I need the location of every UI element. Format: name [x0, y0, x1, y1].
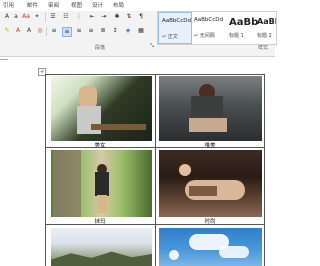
line-spacing-icon[interactable]: ↕	[111, 27, 119, 35]
clear-format-icon[interactable]: ✦	[33, 13, 41, 21]
distributed-icon[interactable]: ≣	[99, 27, 107, 35]
show-marks-icon[interactable]: ¶	[137, 13, 145, 21]
table-border	[45, 74, 46, 266]
paragraph-group-label: 段落	[95, 45, 106, 51]
font-size-up-icon[interactable]: A	[3, 13, 11, 21]
tab-review[interactable]: 审阅	[48, 1, 59, 9]
align-right-icon[interactable]: ≡	[75, 27, 83, 35]
highlight-icon[interactable]: ✎	[3, 27, 11, 35]
photo-girl-bench[interactable]	[51, 76, 152, 141]
ribbon-row-1: A a Aa ✦ ☰ ☷ ⋮ ⇤ ⇥ ✱ ⇅ ¶	[0, 13, 157, 24]
tab-view[interactable]: 视图	[71, 1, 82, 9]
style-name: ↵ 正文	[162, 34, 178, 40]
font-size-down-icon[interactable]: a	[12, 13, 20, 21]
enclose-char-icon[interactable]: ◎	[36, 27, 44, 35]
increase-indent-icon[interactable]: ⇥	[100, 13, 108, 21]
style-name: 标题 1	[229, 33, 244, 39]
tab-layout[interactable]: 布局	[113, 1, 124, 9]
style-no-spacing[interactable]: AaBbCcDd ↵ 无间隔	[191, 12, 225, 42]
page-corner-mark	[0, 59, 8, 60]
caption-beauty: 美女	[94, 143, 106, 149]
photo-blue-sky-flowers[interactable]	[159, 228, 262, 266]
table-border	[155, 74, 156, 266]
change-case-icon[interactable]: Aa	[22, 13, 30, 21]
decrease-indent-icon[interactable]: ⇤	[88, 13, 96, 21]
photo-mountain-landscape[interactable]	[51, 228, 152, 266]
shading-icon[interactable]: ◈	[124, 27, 132, 35]
style-heading-1[interactable]: AaBb 标题 1	[226, 12, 258, 42]
photo-girl-reclining[interactable]	[159, 150, 262, 217]
ribbon-row-2: ✎ A A ◎ ≡ ≡ ≡ ≡ ≣ ↕ ◈ ▦	[0, 27, 157, 38]
photo-girl-sitting-street[interactable]	[159, 76, 262, 141]
styles-group-label: 样式	[258, 45, 269, 51]
char-shading-icon[interactable]: A	[25, 27, 33, 35]
font-color-icon[interactable]: A	[14, 27, 22, 35]
paragraph-dialog-launcher-icon[interactable]: ⤡	[148, 42, 156, 50]
table-border	[264, 74, 265, 266]
caption-fashion: 时尚	[204, 219, 216, 225]
caption-ruma: 抹玛	[94, 219, 106, 225]
numbering-icon[interactable]: ☷	[62, 13, 70, 21]
tab-mailings[interactable]: 邮件	[27, 1, 38, 9]
sort-icon[interactable]: ⇅	[125, 13, 133, 21]
borders-icon[interactable]: ▦	[137, 27, 145, 35]
caption-aesthetic: 唯美	[204, 143, 216, 149]
tab-references[interactable]: 引用	[3, 1, 14, 9]
multilevel-list-icon[interactable]: ⋮	[75, 13, 83, 21]
ribbon-tabs: 引用 邮件 审阅 视图 设计 布局	[0, 0, 275, 11]
style-name: 标题 2	[257, 33, 272, 39]
styles-gallery: AaBbCcDd ↵ 正文 AaBbCcDd ↵ 无间隔 AaBb 标题 1 A…	[157, 11, 277, 45]
bullets-icon[interactable]: ☰	[49, 13, 57, 21]
chinese-layout-icon[interactable]: ✱	[113, 13, 121, 21]
photo-girl-garden-path[interactable]	[51, 150, 152, 217]
tab-design[interactable]: 设计	[92, 1, 103, 9]
ribbon: 引用 邮件 审阅 视图 设计 布局 A a Aa ✦ ☰ ☷ ⋮ ⇤ ⇥ ✱ ⇅…	[0, 0, 277, 57]
align-left-icon[interactable]: ≡	[50, 27, 58, 35]
justify-icon[interactable]: ≡	[87, 27, 95, 35]
align-center-icon[interactable]: ≡	[62, 27, 72, 37]
style-heading-2[interactable]: AaBl 标题 2	[254, 12, 276, 42]
style-name: ↵ 无间隔	[194, 33, 215, 39]
style-normal[interactable]: AaBbCcDd ↵ 正文	[158, 12, 192, 44]
